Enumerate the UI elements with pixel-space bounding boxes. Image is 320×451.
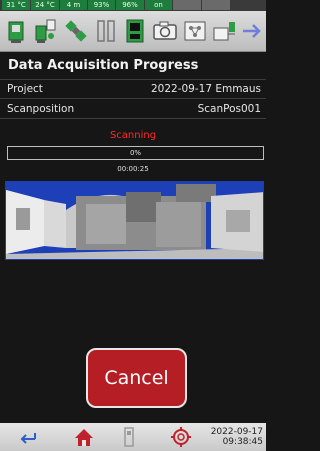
time-text: 09:38:45	[222, 437, 263, 447]
status-cell-temperature-2: 24 °C	[31, 0, 59, 10]
project-row: Project 2022-09-17 Emmaus	[0, 79, 266, 99]
status-cell-battery-2: 96%	[116, 0, 144, 10]
scanposition-label: Scanposition	[7, 102, 75, 115]
status-strip: 31 °C 24 °C 4 m 93% 96% on	[0, 0, 266, 11]
status-cell-temperature-1: 31 °C	[2, 0, 30, 10]
icon-toolbar	[0, 11, 266, 52]
cancel-button[interactable]: Cancel	[86, 348, 187, 408]
progress-percent: 0%	[129, 149, 142, 157]
date-time: 2022-09-17 09:38:45	[211, 427, 263, 447]
device-icon[interactable]	[114, 426, 144, 448]
camera-icon[interactable]	[152, 15, 179, 47]
progress-bar: 0%	[7, 146, 264, 160]
scanner-gps-icon[interactable]	[33, 15, 60, 47]
network-icon[interactable]	[182, 15, 209, 47]
status-cell-empty-1	[173, 0, 201, 10]
project-label: Project	[7, 83, 43, 95]
project-value: 2022-09-17 Emmaus	[150, 83, 261, 95]
power-icon[interactable]	[211, 15, 238, 47]
settings-gear-icon[interactable]	[166, 426, 196, 448]
scan-preview-image	[5, 181, 264, 260]
scanposition-row: Scanposition ScanPos001	[0, 99, 266, 119]
home-icon[interactable]	[64, 426, 104, 448]
scan-status-text: Scanning	[109, 130, 157, 141]
forward-arrow-icon[interactable]	[241, 15, 263, 47]
satellite-icon[interactable]	[63, 15, 90, 47]
storage-icon[interactable]	[122, 15, 149, 47]
status-cell-battery-1: 93%	[88, 0, 115, 10]
scanner-icon[interactable]	[3, 15, 30, 47]
back-icon[interactable]	[8, 426, 48, 448]
status-cell-range: 4 m	[60, 0, 87, 10]
scanposition-value: ScanPos001	[197, 102, 261, 115]
elapsed-time: 00:00:25	[117, 165, 149, 173]
status-cell-empty-2	[202, 0, 230, 10]
status-cell-power: on	[145, 0, 172, 10]
date-text: 2022-09-17	[210, 427, 263, 437]
page-title: Data Acquisition Progress	[8, 58, 199, 73]
tilt-sensor-icon[interactable]	[92, 15, 119, 47]
bottom-bar: 2022-09-17 09:38:45	[0, 423, 266, 451]
